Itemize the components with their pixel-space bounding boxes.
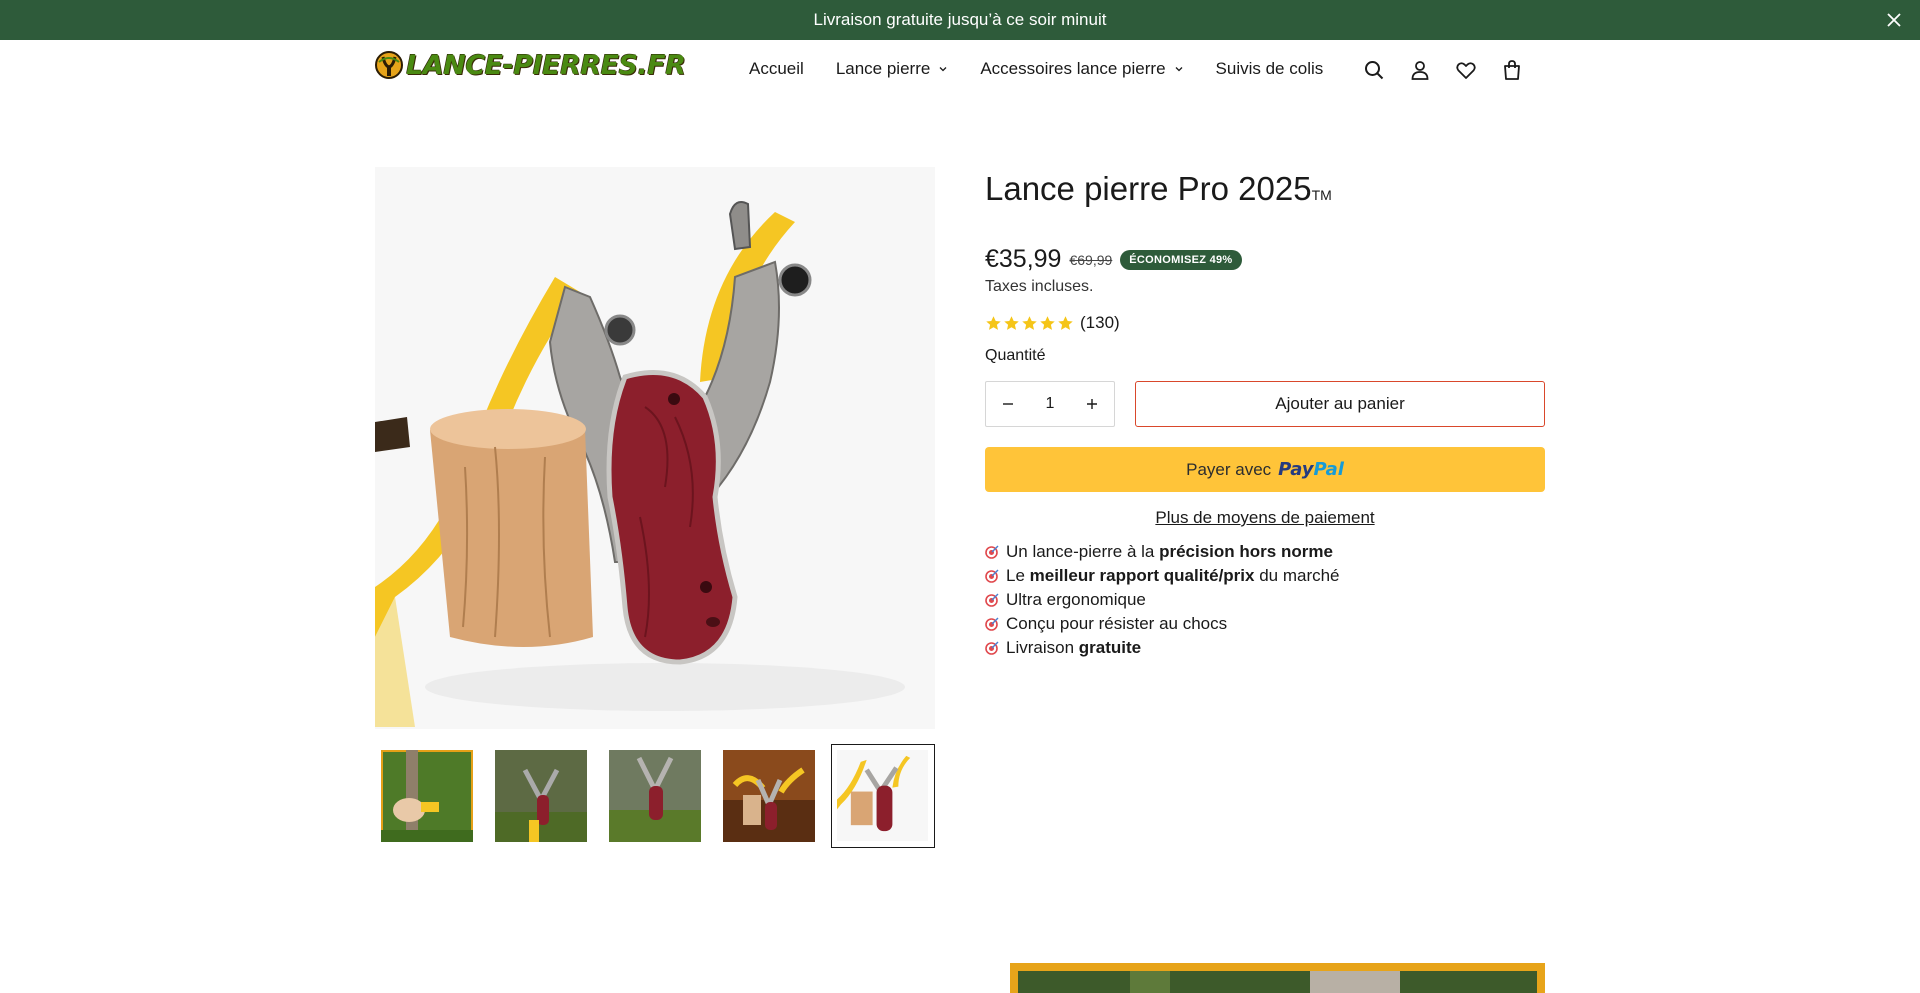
minus-icon: [1003, 403, 1013, 405]
feature-text: Ultra ergonomique: [1006, 588, 1146, 612]
feature-text-before: Le: [1006, 566, 1030, 585]
star-icon: [1004, 315, 1019, 330]
announcement-text: Livraison gratuite jusqu’à ce soir minui…: [813, 10, 1107, 29]
slingshot-image: [375, 167, 935, 729]
star-icon: [986, 315, 1001, 330]
product-rating[interactable]: (130): [985, 313, 1120, 333]
close-icon[interactable]: [1882, 8, 1906, 32]
thumbnail-1[interactable]: [381, 750, 473, 842]
more-payment-options-link[interactable]: Plus de moyens de paiement: [985, 508, 1545, 528]
product-main-image[interactable]: [375, 167, 935, 729]
thumbnail-3[interactable]: [609, 750, 701, 842]
paypal-logo-pay: Pay: [1278, 459, 1314, 480]
quantity-increase-button[interactable]: [1070, 382, 1114, 426]
feature-text-bold: précision hors norme: [1159, 542, 1333, 561]
star-icon: [1058, 315, 1073, 330]
thumbnail-image: [495, 750, 587, 842]
thumbnail-image: [723, 750, 815, 842]
price-row: €35,99 €69,99 ÉCONOMISEZ 49%: [985, 245, 1242, 274]
chevron-down-icon: [939, 67, 947, 72]
target-icon: [985, 641, 999, 655]
site-logo[interactable]: LANCE-PIERRES.FR: [374, 49, 686, 81]
thumbnail-5[interactable]: [831, 744, 935, 848]
feature-text-bold: gratuite: [1078, 638, 1142, 657]
nav-label: Accessoires lance pierre: [980, 59, 1166, 78]
target-icon: [985, 545, 999, 559]
feature-text: Le meilleur rapport qualité/prix du marc…: [1006, 564, 1340, 588]
tax-note: Taxes incluses.: [985, 278, 1094, 295]
feature-text-before: Livraison: [1006, 638, 1079, 657]
nav-item-lance-pierre[interactable]: Lance pierre: [836, 59, 949, 79]
nav-item-suivis-de-colis[interactable]: Suivis de colis: [1216, 59, 1324, 79]
target-icon: [985, 569, 999, 583]
paypal-prefix: Payer avec: [1186, 459, 1272, 479]
nav-label: Suivis de colis: [1215, 59, 1324, 78]
feature-item: Conçu pour résister au chocs: [985, 612, 1340, 636]
star-rating: [985, 315, 1074, 332]
site-header: LANCE-PIERRES.FR Accueil Lance pierre Ac…: [0, 40, 1920, 102]
rating-count: (130): [1080, 313, 1120, 332]
thumbnail-image: [381, 750, 473, 842]
feature-text-before: Conçu pour résister au chocs: [1006, 614, 1228, 633]
logo-slingshot-icon: [375, 51, 403, 79]
feature-item: Livraison gratuite: [985, 636, 1340, 660]
thumbnail-strip: [375, 744, 935, 848]
quantity-input[interactable]: [1030, 395, 1070, 413]
thumbnail-image: [609, 750, 701, 842]
wishlist-icon[interactable]: [1454, 58, 1478, 82]
paypal-button[interactable]: Payer avec PayPal: [985, 447, 1545, 492]
quantity-stepper: [985, 381, 1115, 427]
announcement-bar: Livraison gratuite jusqu’à ce soir minui…: [0, 0, 1920, 40]
product-info: Lance pierre Pro 2025TM €35,99 €69,99 ÉC…: [985, 167, 1545, 657]
feature-text: Livraison gratuite: [1006, 636, 1141, 660]
feature-text: Conçu pour résister au chocs: [1006, 612, 1227, 636]
target-icon: [985, 593, 999, 607]
quantity-decrease-button[interactable]: [986, 382, 1030, 426]
product-title-text: Lance pierre Pro 2025: [985, 170, 1312, 207]
nav-label: Accueil: [749, 59, 804, 78]
thumbnail-4[interactable]: [723, 750, 815, 842]
thumbnail-2[interactable]: [495, 750, 587, 842]
paypal-logo: PayPal: [1278, 459, 1344, 480]
main-nav: Accueil Lance pierre Accessoires lance p…: [749, 59, 1355, 79]
feature-item: Ultra ergonomique: [985, 588, 1340, 612]
chevron-down-icon: [1175, 67, 1182, 72]
nav-item-accessoires[interactable]: Accessoires lance pierre: [980, 59, 1183, 79]
feature-text-before: Un lance-pierre à la: [1006, 542, 1160, 561]
header-icons: [1362, 58, 1546, 82]
plus-icon: [1087, 399, 1097, 409]
feature-text-before: Ultra ergonomique: [1006, 590, 1146, 609]
feature-text-bold: meilleur rapport qualité/prix: [1029, 566, 1255, 585]
nav-label: Lance pierre: [835, 59, 931, 78]
nav-item-accueil[interactable]: Accueil: [749, 59, 804, 79]
thumbnail-image: [837, 750, 928, 841]
section-image: [1010, 963, 1545, 993]
compare-price: €69,99: [1069, 251, 1113, 268]
savings-badge: ÉCONOMISEZ 49%: [1120, 249, 1242, 270]
paypal-logo-pal: Pal: [1313, 459, 1344, 480]
search-icon[interactable]: [1362, 58, 1386, 82]
star-icon: [1022, 315, 1037, 330]
target-icon: [985, 617, 999, 631]
cart-icon[interactable]: [1500, 58, 1524, 82]
forest-image: [1010, 963, 1545, 993]
star-icon: [1040, 315, 1055, 330]
account-icon[interactable]: [1408, 58, 1432, 82]
product-title: Lance pierre Pro 2025TM: [985, 167, 1545, 211]
feature-text-after: du marché: [1254, 566, 1340, 585]
add-to-cart-button[interactable]: Ajouter au panier: [1135, 381, 1545, 427]
feature-text: Un lance-pierre à la précision hors norm…: [1006, 540, 1333, 564]
sale-price: €35,99: [985, 245, 1062, 273]
feature-item: Un lance-pierre à la précision hors norm…: [985, 540, 1340, 564]
trademark-mark: TM: [1311, 187, 1332, 203]
logo-text: LANCE-PIERRES.FR: [406, 49, 686, 81]
quantity-label: Quantité: [985, 347, 1046, 364]
feature-item: Le meilleur rapport qualité/prix du marc…: [985, 564, 1340, 588]
feature-list: Un lance-pierre à la précision hors norm…: [985, 540, 1340, 660]
